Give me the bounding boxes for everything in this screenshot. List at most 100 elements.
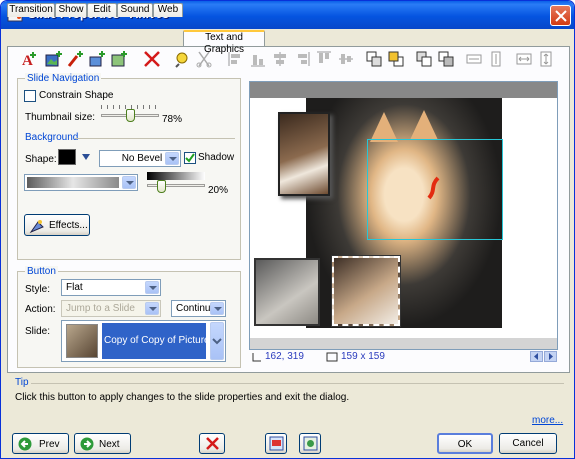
- background-separator: [75, 138, 235, 139]
- bring-forward-icon[interactable]: [365, 50, 383, 68]
- toolbar: A: [21, 50, 561, 70]
- arrow-left-icon: [18, 437, 32, 451]
- align-middle-icon[interactable]: [337, 50, 355, 68]
- close-icon: [555, 10, 567, 22]
- tab-label: Show: [58, 4, 84, 15]
- thumbnail-size-slider[interactable]: [101, 105, 159, 125]
- bring-to-front-icon[interactable]: [415, 50, 433, 68]
- action-dropdown[interactable]: Jump to a Slide: [61, 300, 161, 317]
- slider-track: [147, 184, 205, 187]
- chevron-down-icon: [210, 302, 224, 315]
- delete-slide-button[interactable]: [199, 433, 225, 454]
- continue-dropdown[interactable]: Continue: [171, 300, 226, 317]
- position-icon: [252, 353, 261, 362]
- cancel-button[interactable]: Cancel: [499, 433, 557, 454]
- tab-web[interactable]: Web: [153, 3, 183, 17]
- tab-show[interactable]: Show: [55, 3, 87, 17]
- slide-selection: Copy of Copy of Picture 003: [102, 323, 206, 359]
- style-value: Flat: [66, 282, 83, 293]
- slide-options-icon: [269, 436, 284, 451]
- slide-options-button[interactable]: [265, 433, 287, 454]
- ok-button[interactable]: OK: [437, 433, 493, 454]
- tab-label: Sound: [120, 4, 150, 15]
- tab-label: Edit: [93, 4, 111, 15]
- chevron-right-icon: [549, 353, 553, 360]
- add-shape-icon[interactable]: [111, 50, 129, 68]
- slide-preview-canvas[interactable]: [249, 81, 558, 350]
- tab-sound[interactable]: Sound: [117, 3, 153, 17]
- shadow-label: Shadow: [198, 152, 235, 163]
- chevron-down-icon: [212, 338, 222, 345]
- slider-thumb[interactable]: [126, 109, 135, 122]
- fit-height-icon[interactable]: [537, 50, 555, 68]
- scroll-right-button[interactable]: [544, 351, 557, 362]
- preview-button[interactable]: [299, 433, 321, 454]
- ok-label: OK: [457, 439, 473, 450]
- add-image-icon[interactable]: [45, 50, 63, 68]
- chevron-down-icon: [122, 176, 136, 189]
- action-value: Jump to a Slide: [66, 303, 135, 314]
- opacity-value: 20%: [208, 185, 229, 196]
- tab-text-and-graphics[interactable]: Text and Graphics: [183, 30, 265, 55]
- same-width-icon[interactable]: [465, 50, 483, 68]
- slide-thumbnail: [66, 324, 98, 358]
- chevron-down-icon: [145, 302, 159, 315]
- shape-color-swatch[interactable]: [58, 149, 76, 165]
- gradient-preview: [27, 177, 119, 188]
- slide-dropdown-arrow[interactable]: [210, 322, 224, 360]
- delete-icon[interactable]: [143, 50, 161, 68]
- button-heading: Button: [25, 266, 58, 277]
- pan-zoom-icon[interactable]: [173, 50, 191, 68]
- effects-label: Effects...: [49, 220, 88, 231]
- tab-edit[interactable]: Edit: [87, 3, 117, 17]
- effects-button[interactable]: Effects...: [24, 214, 90, 236]
- send-backward-icon[interactable]: [387, 50, 405, 68]
- preview-top-band: [250, 82, 557, 98]
- tip-separator: [31, 383, 564, 384]
- position-readout: 162, 319: [265, 351, 304, 362]
- add-button-icon[interactable]: [89, 50, 107, 68]
- bevel-value: No Bevel: [121, 153, 163, 164]
- close-button[interactable]: [550, 5, 571, 26]
- action-label: Action:: [25, 304, 56, 315]
- preview-bottom-band: [250, 338, 557, 349]
- align-right-icon[interactable]: [293, 50, 311, 68]
- opacity-gradient: [147, 172, 205, 180]
- fit-width-icon[interactable]: [515, 50, 533, 68]
- add-flash-icon[interactable]: [67, 50, 85, 68]
- gradient-dropdown[interactable]: [24, 174, 138, 191]
- same-height-icon[interactable]: [487, 50, 505, 68]
- shadow-checkbox[interactable]: [184, 152, 196, 164]
- add-text-icon[interactable]: A: [21, 50, 39, 68]
- tab-label: Transition: [9, 4, 53, 15]
- align-center-icon[interactable]: [271, 50, 289, 68]
- checkmark-icon: [185, 153, 195, 163]
- shape-dropdown-arrow-icon[interactable]: [81, 153, 91, 161]
- prev-label: Prev: [39, 439, 60, 450]
- tab-transition[interactable]: Transition: [7, 3, 55, 17]
- next-label: Next: [99, 439, 120, 450]
- chevron-down-icon: [165, 152, 179, 165]
- align-bottom-icon[interactable]: [249, 50, 267, 68]
- effects-icon: [29, 220, 44, 234]
- send-to-back-icon[interactable]: [437, 50, 455, 68]
- more-link[interactable]: more...: [532, 415, 563, 426]
- thumbnail-photo-3: [331, 255, 401, 327]
- slide-dropdown[interactable]: Copy of Copy of Picture 003: [61, 320, 226, 362]
- slide-navigation-heading: Slide Navigation: [25, 73, 102, 84]
- align-top-icon[interactable]: [315, 50, 333, 68]
- prev-button[interactable]: Prev: [12, 433, 69, 454]
- slide-label: Slide:: [25, 326, 51, 337]
- scroll-left-button[interactable]: [530, 351, 543, 362]
- style-dropdown[interactable]: Flat: [61, 279, 161, 296]
- opacity-slider[interactable]: [147, 172, 205, 194]
- next-button[interactable]: Next: [74, 433, 131, 454]
- tip-text: Click this button to apply changes to th…: [15, 392, 350, 403]
- slider-thumb[interactable]: [157, 180, 166, 193]
- thumbnail-photo-1: [278, 112, 330, 196]
- constrain-shape-checkbox[interactable]: [24, 90, 36, 102]
- slide-properties-window: Slide Properties - Aniv05 Transition Sho…: [0, 0, 575, 459]
- bevel-dropdown[interactable]: No Bevel: [99, 150, 181, 167]
- flash-marker-icon: [427, 176, 440, 200]
- arrow-right-icon: [80, 437, 94, 451]
